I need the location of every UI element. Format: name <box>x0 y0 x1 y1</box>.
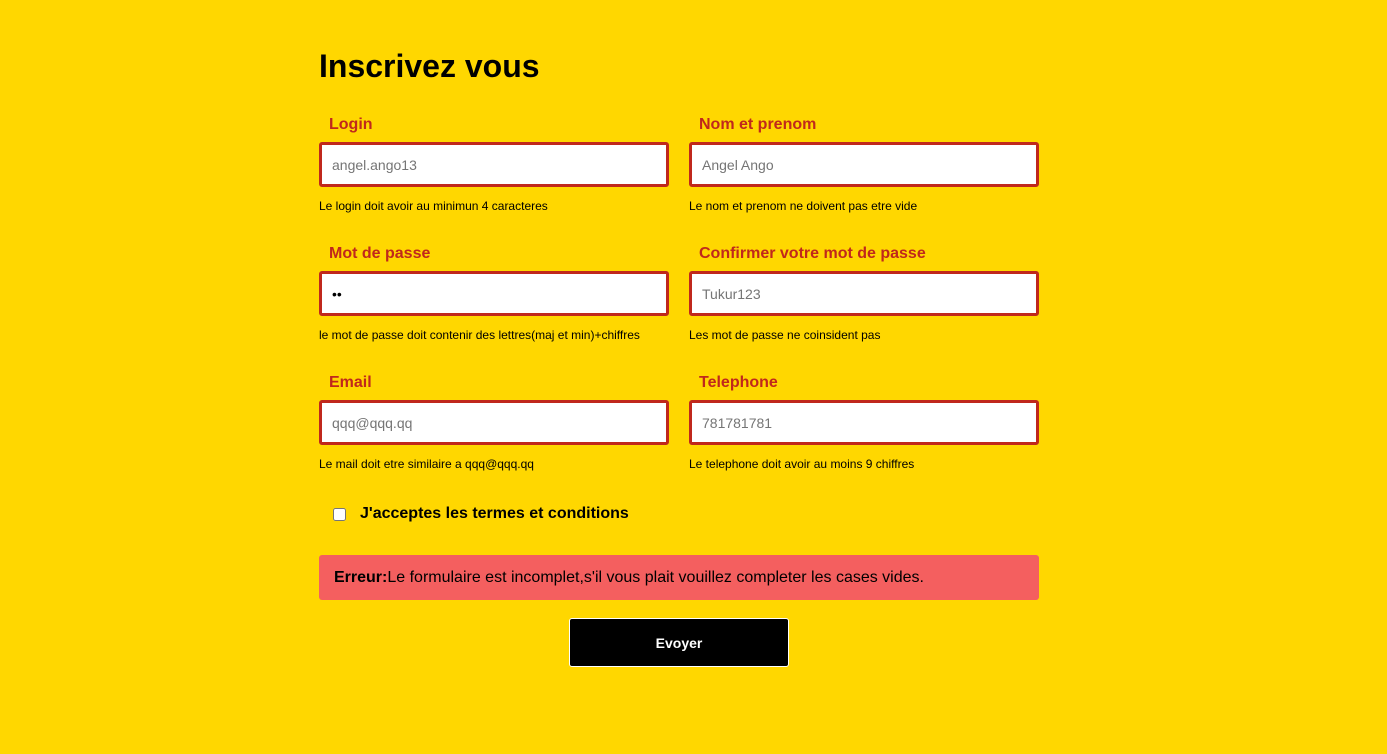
email-help-text: Le mail doit etre similaire a qqq@qqq.qq <box>319 457 534 471</box>
password-help-text: le mot de passe doit contenir des lettre… <box>319 328 640 342</box>
name-label: Nom et prenom <box>699 116 817 133</box>
email-input[interactable] <box>319 400 669 445</box>
name-help-text: Le nom et prenom ne doivent pas etre vid… <box>689 199 918 213</box>
telephone-input[interactable] <box>689 400 1039 445</box>
confirm-password-label: Confirmer votre mot de passe <box>699 245 926 262</box>
error-message: Le formulaire est incomplet,s'il vous pl… <box>387 568 924 586</box>
confirm-password-help-text: Les mot de passe ne coinsident pas <box>689 328 881 342</box>
telephone-label: Telephone <box>699 374 778 391</box>
telephone-help-text: Le telephone doit avoir au moins 9 chiff… <box>689 457 915 471</box>
email-label: Email <box>329 374 372 391</box>
error-alert: Erreur: Le formulaire est incomplet,s'il … <box>319 555 1039 600</box>
page-title: Inscrivez vous <box>319 48 540 84</box>
terms-row: J'acceptes les termes et conditions <box>333 505 629 523</box>
name-input[interactable] <box>689 142 1039 187</box>
terms-label[interactable]: J'acceptes les termes et conditions <box>360 505 629 523</box>
terms-checkbox[interactable] <box>333 507 346 521</box>
login-input[interactable] <box>319 142 669 187</box>
password-label: Mot de passe <box>329 245 431 262</box>
login-help-text: Le login doit avoir au minimun 4 caracte… <box>319 199 548 213</box>
submit-button[interactable]: Evoyer <box>569 618 789 667</box>
password-input[interactable] <box>319 271 669 316</box>
confirm-password-input[interactable] <box>689 271 1039 316</box>
error-prefix: Erreur: <box>334 568 388 586</box>
login-label: Login <box>329 116 373 133</box>
